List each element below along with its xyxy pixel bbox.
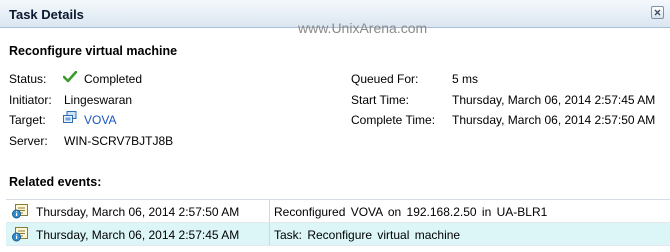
virtual-machine-icon (63, 111, 77, 123)
window-title: Task Details (9, 7, 84, 22)
event-row[interactable]: Thursday, March 06, 2014 2:57:50 AM Reco… (6, 200, 670, 223)
start-time-value: Thursday, March 06, 2014 2:57:45 AM (452, 93, 656, 107)
event-time: Thursday, March 06, 2014 2:57:50 AM (36, 205, 240, 219)
event-description: Task: Reconfigure virtual machine (274, 228, 461, 242)
initiator-value: Lingeswaran (64, 93, 133, 107)
status-value: Completed (84, 72, 143, 86)
event-time-cell: Thursday, March 06, 2014 2:57:50 AM (6, 200, 270, 222)
close-button[interactable] (651, 6, 664, 19)
event-time-cell: Thursday, March 06, 2014 2:57:45 AM (6, 223, 270, 245)
close-icon (654, 9, 661, 16)
event-info-icon (12, 204, 28, 219)
status-label: Status: (9, 72, 47, 86)
event-time: Thursday, March 06, 2014 2:57:45 AM (36, 228, 240, 242)
target-link-vova[interactable]: VOVA (84, 113, 116, 127)
server-value: WIN-SCRV7BJTJ8B (64, 134, 174, 148)
complete-time-label: Complete Time: (351, 113, 436, 127)
checkmark-icon (63, 71, 77, 83)
queued-for-value: 5 ms (452, 72, 479, 86)
related-events-list: Thursday, March 06, 2014 2:57:50 AM Reco… (6, 199, 670, 246)
target-label: Target: (9, 113, 46, 127)
start-time-label: Start Time: (351, 93, 410, 107)
related-events-title: Related events: (9, 175, 102, 189)
watermark: www.UnixArena.com (298, 20, 428, 36)
initiator-label: Initiator: (9, 93, 52, 107)
task-name: Reconfigure virtual machine (9, 44, 178, 58)
complete-time-value: Thursday, March 06, 2014 2:57:50 AM (452, 113, 656, 127)
server-label: Server: (9, 134, 48, 148)
event-description: Reconfigured VOVA on 192.168.2.50 in UA-… (274, 205, 548, 219)
event-info-icon (12, 227, 28, 242)
queued-for-label: Queued For: (351, 72, 419, 86)
event-row[interactable]: Thursday, March 06, 2014 2:57:45 AM Task… (6, 223, 670, 246)
